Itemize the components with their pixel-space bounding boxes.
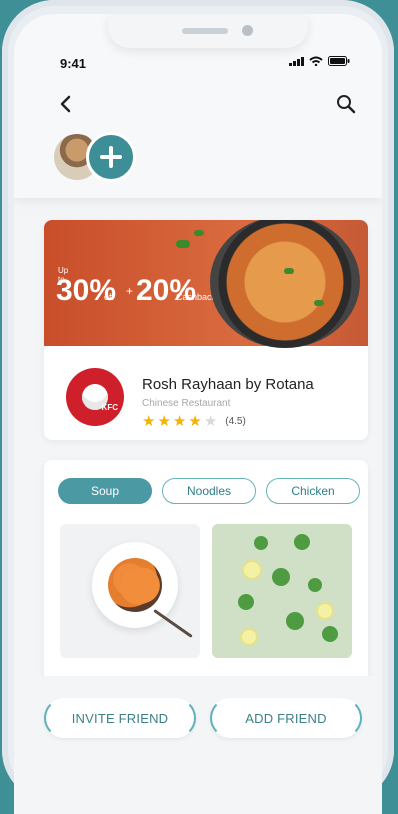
- tab-noodles[interactable]: Noodles: [162, 478, 256, 504]
- leaf-image: [286, 612, 304, 630]
- chevron-left-icon[interactable]: [54, 92, 78, 116]
- lemon-slice-image: [316, 602, 334, 620]
- restaurant-logo: KFC: [66, 368, 124, 426]
- dish-image-soup[interactable]: [60, 524, 200, 658]
- promo-discount: 30%: [56, 274, 117, 307]
- herb-icon: [176, 240, 190, 248]
- promo-cashback-label: Cashback: [176, 292, 217, 302]
- speaker-icon: [182, 28, 228, 34]
- star-icon: ★: [157, 413, 171, 430]
- phone-frame: 9:41 Up to 30% off + 20% Cashback KFC Ro…: [2, 0, 394, 814]
- rating-text: (4.5): [225, 416, 246, 427]
- search-icon[interactable]: [334, 92, 358, 116]
- tab-soup[interactable]: Soup: [58, 478, 152, 504]
- signal-icon: [289, 56, 304, 66]
- leaf-image: [322, 626, 338, 642]
- herb-icon: [194, 230, 204, 236]
- app-screen: 9:41 Up to 30% off + 20% Cashback KFC Ro…: [14, 14, 382, 814]
- star-empty-icon: ★: [203, 413, 218, 430]
- logo-text: KFC: [101, 403, 118, 412]
- status-icons: [289, 56, 350, 66]
- add-friend-circle-button[interactable]: [86, 132, 136, 182]
- status-time: 9:41: [60, 56, 87, 71]
- leaf-image: [254, 536, 268, 550]
- leaf-image: [308, 578, 322, 592]
- restaurant-type: Chinese Restaurant: [142, 398, 231, 409]
- herb-icon: [284, 268, 294, 274]
- invite-friend-label: INVITE FRIEND: [71, 710, 169, 726]
- bottom-action-bar: [14, 676, 382, 814]
- promo-cashback: 20%: [136, 274, 197, 307]
- add-friend-button[interactable]: ADD FRIEND: [210, 698, 362, 738]
- restaurant-card[interactable]: Up to 30% off + 20% Cashback KFC Rosh Ra…: [44, 220, 368, 440]
- battery-icon: [328, 56, 350, 66]
- tab-chicken-label: Chicken: [291, 484, 335, 498]
- tab-soup-label: Soup: [90, 484, 120, 498]
- spoon-image: [153, 609, 193, 638]
- leaf-image: [238, 594, 254, 610]
- leaf-image: [272, 568, 290, 586]
- star-icon: ★: [188, 413, 202, 430]
- rating-stars: ★ ★ ★ ★ ★ (4.5): [142, 414, 246, 429]
- promo-plus: +: [126, 284, 134, 298]
- herb-icon: [314, 300, 324, 306]
- promo-banner: Up to 30% off + 20% Cashback: [44, 220, 368, 348]
- tab-chicken[interactable]: Chicken: [266, 478, 360, 504]
- add-friend-label: ADD FRIEND: [245, 710, 327, 726]
- wifi-icon: [309, 56, 323, 66]
- app-header: 9:41: [14, 14, 382, 198]
- plus-icon: [100, 146, 122, 168]
- menu-card: Soup Noodles Chicken: [44, 460, 368, 700]
- star-icon: ★: [142, 413, 156, 430]
- camera-icon: [242, 25, 253, 36]
- restaurant-name: Rosh Rayhaan by Rotana: [142, 376, 314, 393]
- promo-off: off: [104, 292, 114, 302]
- leaf-image: [294, 534, 310, 550]
- lemon-slice-image: [242, 560, 262, 580]
- dish-image-salad[interactable]: [212, 524, 352, 658]
- tab-noodles-label: Noodles: [186, 484, 232, 498]
- invite-friend-button[interactable]: INVITE FRIEND: [44, 698, 196, 738]
- pasta-bowl-image: [210, 220, 360, 348]
- lemon-slice-image: [240, 628, 258, 646]
- star-icon: ★: [172, 413, 187, 430]
- phone-notch: [108, 14, 308, 48]
